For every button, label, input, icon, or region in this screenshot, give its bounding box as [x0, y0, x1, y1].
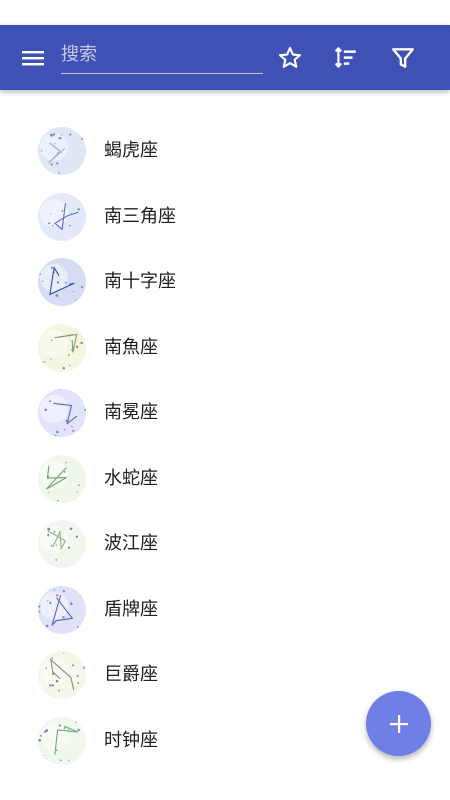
constellation-thumbnail — [38, 127, 86, 175]
list-item[interactable]: 南冕座 — [0, 380, 450, 446]
list-item[interactable]: 南魚座 — [0, 315, 450, 381]
menu-icon[interactable] — [21, 46, 45, 70]
constellation-name: 水蛇座 — [104, 467, 158, 489]
constellation-list: 蝎虎座南三角座南十字座南魚座南冕座水蛇座波江座盾牌座巨爵座时钟座 — [0, 118, 450, 773]
constellation-thumbnail — [38, 716, 86, 765]
constellation-thumbnail — [38, 585, 86, 634]
list-item[interactable]: 南十字座 — [0, 249, 450, 315]
constellation-thumbnail — [38, 389, 86, 437]
filter-icon[interactable] — [390, 45, 416, 71]
constellation-thumbnail — [38, 258, 86, 306]
constellation-name: 时钟座 — [104, 729, 158, 751]
app-bar — [0, 25, 450, 90]
add-button[interactable] — [366, 691, 431, 756]
constellation-name: 南冕座 — [104, 402, 158, 423]
constellation-name: 南三角座 — [104, 205, 176, 227]
constellation-name: 南十字座 — [104, 271, 176, 292]
constellation-thumbnail — [38, 454, 86, 503]
plus-icon — [389, 714, 408, 733]
list-item[interactable]: 波江座 — [0, 511, 450, 577]
star-outline-icon[interactable] — [277, 45, 303, 71]
search-field — [61, 39, 263, 74]
sort-icon[interactable] — [333, 45, 359, 71]
status-bar — [0, 0, 450, 25]
constellation-thumbnail — [38, 520, 86, 568]
list-item[interactable]: 盾牌座 — [0, 577, 450, 643]
constellation-name: 盾牌座 — [104, 598, 158, 620]
list-item[interactable]: 蝎虎座 — [0, 118, 450, 184]
constellation-name: 南魚座 — [104, 336, 158, 358]
list-item[interactable]: 南三角座 — [0, 184, 450, 250]
constellation-thumbnail — [38, 192, 86, 241]
search-input[interactable] — [61, 39, 263, 69]
constellation-name: 波江座 — [104, 533, 158, 554]
constellation-name: 巨爵座 — [104, 664, 158, 685]
constellation-name: 蝎虎座 — [104, 140, 158, 161]
constellation-thumbnail — [38, 651, 86, 699]
list-item[interactable]: 水蛇座 — [0, 446, 450, 512]
constellation-thumbnail — [38, 323, 86, 372]
